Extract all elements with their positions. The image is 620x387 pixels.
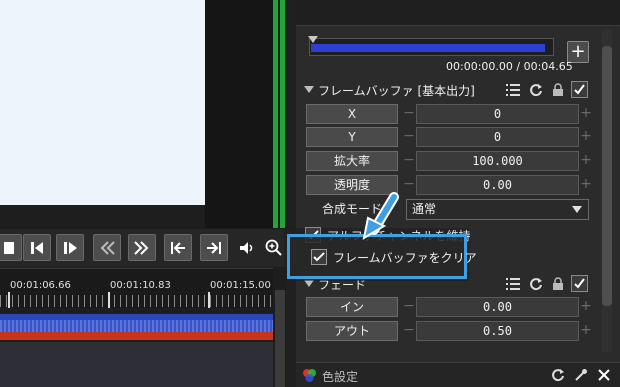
param-row-y: Y − 0 + [306, 127, 592, 147]
preview-background [205, 0, 273, 228]
empty-track[interactable] [0, 342, 273, 387]
effect-clip[interactable] [0, 332, 273, 340]
param-value-field[interactable]: 0 [416, 127, 579, 147]
list-icon[interactable] [506, 83, 520, 97]
reset-icon[interactable] [551, 368, 565, 382]
increment-button[interactable]: + [580, 321, 592, 341]
param-value-field[interactable]: 100.000 [416, 151, 579, 171]
next-frame-icon [64, 242, 77, 254]
chevron-down-icon [572, 206, 582, 213]
rewind-button[interactable] [93, 234, 121, 261]
param-label[interactable]: 拡大率 [306, 151, 398, 171]
next-frame-button[interactable] [56, 234, 84, 261]
speaker-icon[interactable] [238, 239, 256, 257]
transport-bar [0, 229, 296, 267]
decrement-button[interactable]: − [403, 175, 415, 195]
param-row-fade-in: イン − 0.00 + [306, 297, 592, 317]
param-value-field[interactable]: 0.50 [416, 321, 579, 341]
param-row-scale: 拡大率 − 100.000 + [306, 151, 592, 171]
param-label[interactable]: Y [306, 127, 398, 147]
tick-label: 00:01:06.66 [10, 280, 71, 291]
previous-frame-icon [31, 242, 43, 254]
section-header-framebuffer[interactable]: フレームバッファ [基本出力] [304, 80, 596, 100]
param-label[interactable]: アウト [306, 321, 398, 341]
pointer-arrow-icon [362, 192, 399, 241]
reset-icon[interactable] [529, 83, 543, 97]
go-to-start-icon [171, 242, 185, 254]
panel-toolbar [296, 0, 620, 26]
lock-icon[interactable] [551, 83, 565, 97]
decrement-button[interactable]: − [403, 297, 415, 317]
param-row-fade-out: アウト − 0.50 + [306, 321, 592, 341]
param-row-x: X − 0 + [306, 104, 592, 124]
increment-button[interactable]: + [580, 104, 592, 124]
section-enable-checkbox[interactable] [571, 81, 588, 98]
clear-framebuffer-checkbox[interactable] [311, 249, 327, 265]
blend-mode-value: 通常 [412, 202, 437, 216]
checkmark-icon [313, 252, 325, 262]
blend-mode-select[interactable]: 通常 [406, 199, 589, 220]
color-settings-label: 色設定 [322, 370, 359, 384]
clip-seekbar[interactable] [309, 38, 554, 56]
section-enable-checkbox[interactable] [571, 275, 588, 292]
param-label[interactable]: X [306, 104, 398, 124]
param-label[interactable]: イン [306, 297, 398, 317]
zoom-icon[interactable] [264, 238, 284, 258]
list-icon[interactable] [506, 277, 520, 291]
stop-button[interactable] [0, 234, 22, 261]
checkmark-icon [574, 278, 585, 289]
increment-button[interactable]: + [580, 151, 592, 171]
lock-icon[interactable] [551, 277, 565, 291]
section-title: フレームバッファ [基本出力] [318, 84, 475, 98]
increment-button[interactable]: + [580, 127, 592, 147]
color-settings-bar[interactable]: 色設定 [296, 362, 620, 387]
go-to-end-button[interactable] [200, 234, 228, 261]
audio-meter-right [280, 0, 285, 228]
clear-framebuffer-label: フレームバッファをクリア [333, 251, 477, 265]
go-to-start-button[interactable] [164, 234, 192, 261]
ruler-ticks [0, 295, 273, 307]
param-value-field[interactable]: 0.00 [416, 175, 579, 195]
decrement-button[interactable]: − [403, 321, 415, 341]
eyedropper-icon[interactable] [574, 368, 588, 382]
fast-forward-button[interactable] [128, 234, 156, 261]
increment-button[interactable]: + [580, 175, 592, 195]
audio-meter-left [273, 0, 278, 228]
decrement-button[interactable]: − [403, 127, 415, 147]
go-to-end-icon [207, 242, 221, 254]
tick-label: 00:01:15.00 [210, 280, 271, 291]
collapse-arrow-icon[interactable] [304, 280, 314, 287]
decrement-button[interactable]: − [403, 151, 415, 171]
close-icon[interactable] [597, 368, 611, 382]
previous-frame-button[interactable] [23, 234, 51, 261]
preview-canvas[interactable] [0, 0, 205, 205]
fast-forward-icon [134, 241, 149, 255]
decrement-button[interactable]: − [403, 104, 415, 124]
tick-major [208, 292, 210, 308]
clip-timecode: 00:00:00.00 / 00:04.65 [446, 60, 573, 73]
seek-marker[interactable] [308, 36, 318, 43]
tick-major [108, 292, 110, 308]
seekbar-fill [311, 44, 545, 52]
panel-scrollbar-thumb[interactable] [602, 46, 612, 306]
tick-major [8, 292, 10, 308]
reset-icon[interactable] [529, 277, 543, 291]
stop-icon [4, 242, 14, 254]
rewind-icon [100, 241, 115, 255]
param-value-field[interactable]: 0.00 [416, 297, 579, 317]
audio-waveform [0, 320, 273, 332]
color-wheel-icon [303, 369, 316, 382]
collapse-arrow-icon[interactable] [304, 86, 314, 93]
timeline-ruler[interactable]: 00:01:06.66 00:01:10.83 00:01:15.00 [0, 268, 273, 308]
param-row-opacity: 透明度 − 0.00 + [306, 175, 592, 195]
increment-button[interactable]: + [580, 297, 592, 317]
timeline-scrollbar[interactable] [275, 290, 285, 387]
tick-label: 00:01:10.83 [110, 280, 171, 291]
checkmark-icon [574, 84, 585, 95]
properties-panel: + 00:00:00.00 / 00:04.65 フレームバッファ [基本出力]… [296, 0, 620, 387]
param-value-field[interactable]: 0 [416, 104, 579, 124]
splitter[interactable] [286, 0, 296, 387]
